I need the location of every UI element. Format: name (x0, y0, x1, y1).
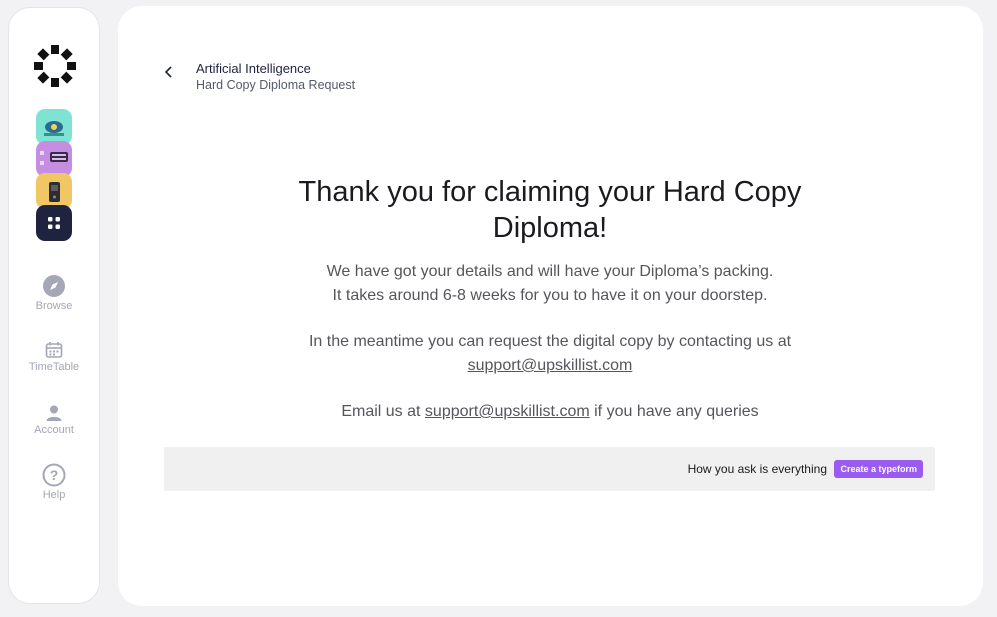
svg-text:?: ? (50, 467, 59, 483)
details-line-1: We have got your details and will have y… (326, 263, 774, 280)
course-thumbnail-ai[interactable] (36, 109, 72, 145)
typeform-footer: How you ask is everything Create a typef… (164, 447, 935, 491)
help-icon: ? (42, 463, 66, 487)
nav-help[interactable]: ? Help (9, 463, 99, 501)
course-3-icon (49, 182, 60, 202)
nav-account[interactable]: Account (9, 404, 99, 436)
upskillist-logo[interactable] (33, 44, 77, 88)
course-title: Artificial Intelligence (196, 61, 311, 76)
details-text: We have got your details and will have y… (250, 260, 850, 308)
grid-icon (48, 217, 60, 229)
sidebar: Browse TimeTable Account ? Help (8, 7, 100, 604)
calendar-icon (45, 342, 63, 358)
nav-browse-label: Browse (35, 300, 73, 312)
nav-help-label: Help (42, 489, 66, 501)
page-subtitle: Hard Copy Diploma Request (196, 78, 356, 92)
all-courses-button[interactable] (36, 205, 72, 241)
course-thumbnail-2[interactable] (36, 141, 72, 177)
email-suffix: if you have any queries (594, 403, 759, 420)
course-ai-icon (44, 121, 64, 136)
typeform-tagline: How you ask is everything (687, 462, 827, 476)
support-email-link-2[interactable]: support@upskillist.com (425, 403, 590, 420)
course-2-icon (40, 151, 68, 165)
back-chevron-icon[interactable] (162, 65, 176, 79)
user-icon (46, 405, 62, 421)
details-line-2: It takes around 6-8 weeks for you to hav… (332, 287, 768, 304)
course-thumbnail-3[interactable] (36, 173, 72, 209)
support-email-link-1[interactable]: support@upskillist.com (468, 357, 633, 374)
nav-timetable-label: TimeTable (28, 361, 80, 373)
nav-timetable[interactable]: TimeTable (9, 341, 99, 373)
email-prefix: Email us at (341, 403, 421, 420)
nav-account-label: Account (34, 424, 74, 436)
digital-copy-text: In the meantime you can request the digi… (250, 330, 850, 378)
digital-copy-line: In the meantime you can request the digi… (308, 333, 792, 350)
queries-text: Email us at support@upskillist.com if yo… (250, 400, 850, 424)
main-panel: Artificial Intelligence Hard Copy Diplom… (118, 6, 983, 606)
create-typeform-button[interactable]: Create a typeform (834, 460, 923, 478)
confirmation-headline: Thank you for claiming your Hard Copy Di… (298, 176, 802, 244)
compass-icon (43, 275, 65, 297)
nav-browse[interactable]: Browse (9, 274, 99, 312)
